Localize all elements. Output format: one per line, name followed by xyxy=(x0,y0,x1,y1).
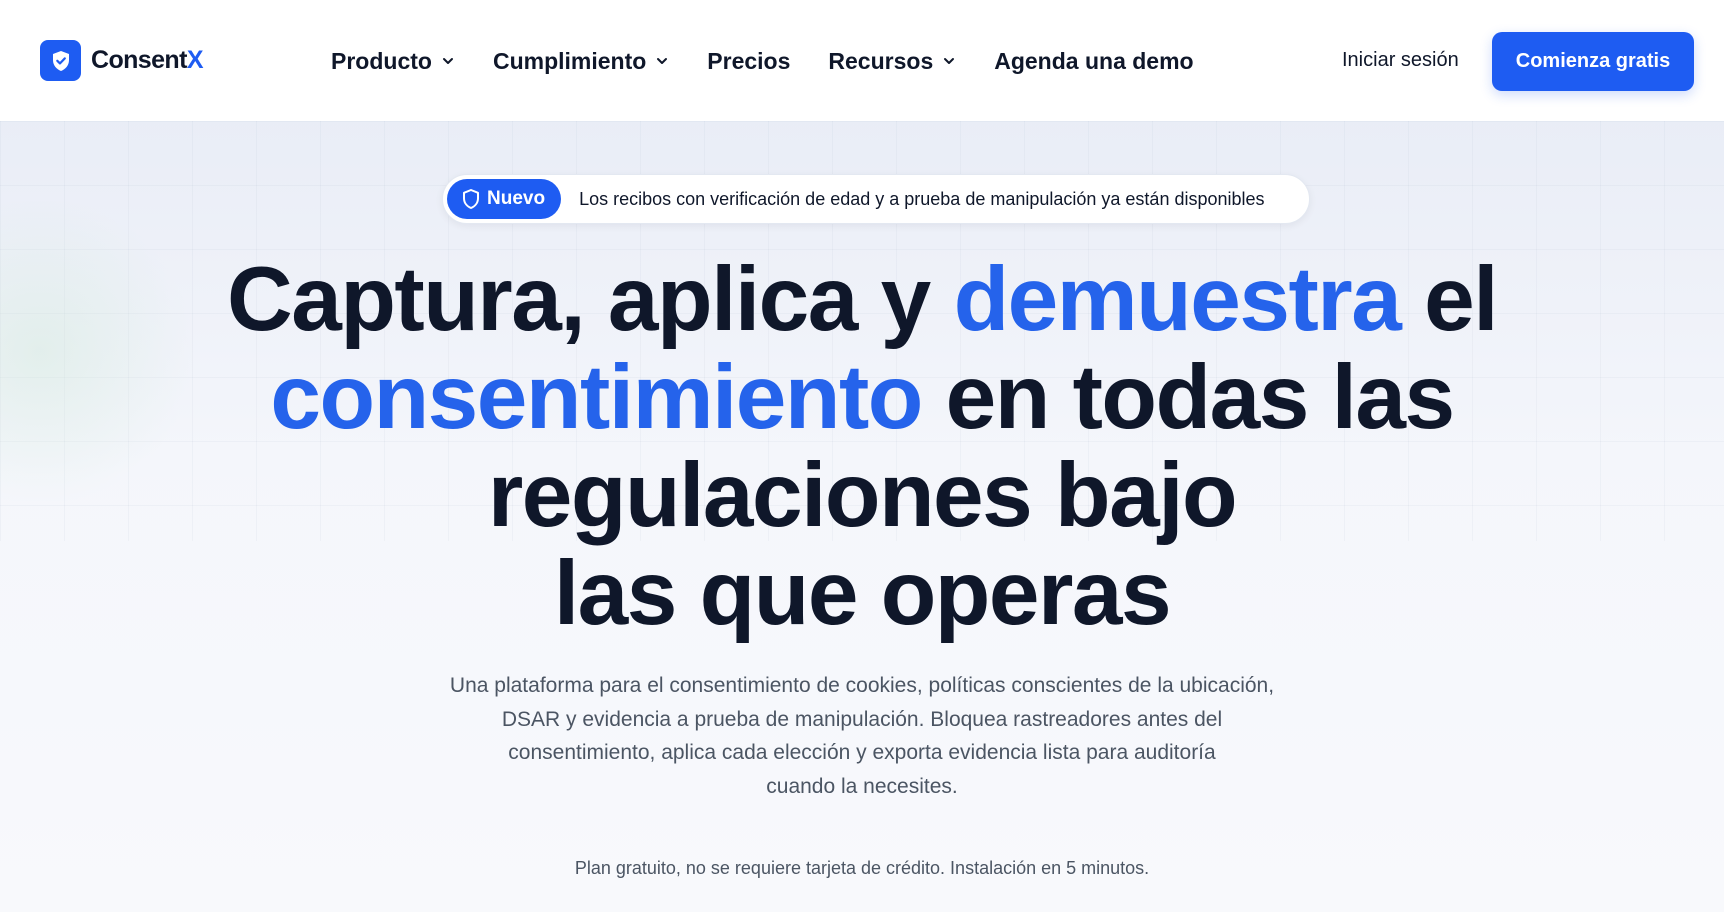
hero-section: Nuevo Los recibos con verificación de ed… xyxy=(0,121,1724,912)
chevron-down-icon xyxy=(442,58,453,64)
nav-item-label: Producto xyxy=(331,47,432,74)
subtitle-line: cuando la necesites. xyxy=(766,774,958,798)
main-nav: Producto Cumplimiento Precios Recursos A… xyxy=(331,44,1194,78)
nav-item-label: Precios xyxy=(707,47,791,74)
subtitle-line: Una plataforma para el consentimiento de… xyxy=(449,674,1275,697)
headline-text: en todas las xyxy=(921,347,1455,448)
chevron-down-icon xyxy=(657,58,668,64)
headline-text: el xyxy=(1400,249,1498,350)
announcement-text: Los recibos con verificación de edad y a… xyxy=(579,188,1265,209)
nav-item-precios[interactable]: Precios xyxy=(707,44,790,78)
subtitle-line: consentimiento, aplica cada elección y e… xyxy=(508,741,1216,764)
nav-item-recursos[interactable]: Recursos xyxy=(828,44,956,78)
start-free-button[interactable]: Comienza gratis xyxy=(1492,32,1694,91)
headline-text: Captura, aplica y xyxy=(227,249,954,350)
landing-page: ConsentX Producto Cumplimiento Precios R… xyxy=(0,0,1724,912)
nav-item-label: Recursos xyxy=(828,47,934,74)
headline-highlight: demuestra xyxy=(953,249,1402,350)
background-glow xyxy=(0,201,200,501)
nav-item-agenda-demo[interactable]: Agenda una demo xyxy=(994,44,1193,78)
brand-logo[interactable]: ConsentX xyxy=(40,40,203,81)
brand-name: ConsentX xyxy=(91,46,203,75)
nav-item-label: Cumplimiento xyxy=(492,47,647,74)
headline-highlight: consentimiento xyxy=(270,347,923,448)
chevron-down-icon xyxy=(944,58,955,64)
new-badge: Nuevo xyxy=(447,179,562,219)
nav-item-label: Agenda una demo xyxy=(994,47,1194,74)
hero-subtitle: Una plataforma para el consentimiento de… xyxy=(402,669,1322,803)
shield-icon xyxy=(463,189,479,209)
headline-text: las que operas xyxy=(553,543,1172,644)
nav-item-cumplimiento[interactable]: Cumplimiento xyxy=(493,44,669,78)
brand-name-accent: X xyxy=(186,46,204,74)
brand-name-main: Consent xyxy=(91,46,187,74)
subtitle-line: DSAR y evidencia a prueba de manipulació… xyxy=(501,707,1223,731)
headline-text: regulaciones bajo xyxy=(487,445,1238,546)
badge-label: Nuevo xyxy=(487,188,546,209)
nav-item-producto[interactable]: Producto xyxy=(331,44,455,78)
free-plan-note: Plan gratuito, no se requiere tarjeta de… xyxy=(574,858,1150,878)
shield-check-icon xyxy=(40,40,81,81)
hero-headline: Captura, aplica y demuestra el consentim… xyxy=(200,251,1524,643)
announcement-pill[interactable]: Nuevo Los recibos con verificación de ed… xyxy=(442,174,1310,224)
top-navbar: ConsentX Producto Cumplimiento Precios R… xyxy=(0,0,1724,121)
login-link[interactable]: Iniciar sesión xyxy=(1342,49,1459,72)
